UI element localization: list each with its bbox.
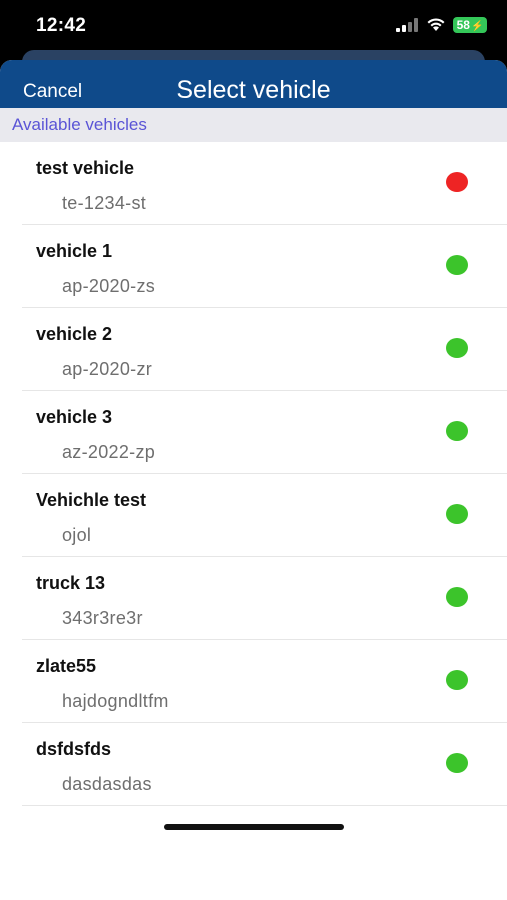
vehicle-list-item[interactable]: test vehicle te-1234-st [22, 142, 507, 225]
vehicle-plate: ap-2020-zs [62, 276, 156, 296]
home-indicator[interactable] [164, 824, 344, 830]
navigation-bar: Cancel Select vehicle [0, 60, 507, 108]
status-time: 12:42 [36, 15, 87, 36]
vehicle-plate: hajdogndltfm [62, 691, 169, 711]
vehicle-list-item[interactable]: Vehichle test ojol [22, 474, 507, 557]
vehicle-status-dot-icon [446, 670, 468, 690]
vehicle-status-dot-icon [446, 255, 468, 275]
vehicle-name: truck 13 [36, 573, 106, 593]
vehicle-list: test vehicle te-1234-st vehicle 1 ap-2020-z… [0, 142, 507, 806]
vehicle-name: test vehicle [36, 158, 135, 178]
vehicle-plate: te-1234-st [62, 193, 147, 213]
vehicle-name: vehicle 3 [36, 407, 113, 427]
charging-bolt-icon: ⚡ [470, 21, 484, 32]
vehicle-list-item[interactable]: vehicle 1 ap-2020-zs [22, 225, 507, 308]
vehicle-status-dot-icon [446, 504, 468, 524]
vehicle-list-item[interactable]: truck 13 343r3re3r [22, 557, 507, 640]
vehicle-plate: dasdasdas [62, 774, 152, 794]
vehicle-name: zlate55 [36, 656, 97, 676]
vehicle-status-dot-icon [446, 421, 468, 441]
vehicle-selection-sheet: Cancel Select vehicle Available vehicles… [0, 60, 507, 900]
battery-icon: 58⚡ [453, 17, 487, 33]
vehicle-status-dot-icon [446, 172, 468, 192]
vehicle-list-item[interactable]: zlate55 hajdogndltfm [22, 640, 507, 723]
section-header: Available vehicles [0, 108, 507, 142]
battery-level: 58 [456, 18, 470, 32]
vehicle-status-dot-icon [446, 753, 468, 773]
vehicle-list-item[interactable]: dsfdsfds dasdasdas [22, 723, 507, 806]
cellular-signal-icon [396, 18, 418, 32]
status-bar: 12:42 58⚡ [0, 0, 507, 52]
vehicle-list-item[interactable]: vehicle 2 ap-2020-zr [22, 308, 507, 391]
vehicle-name: dsfdsfds [36, 739, 112, 759]
vehicle-status-dot-icon [446, 587, 468, 607]
page-title: Select vehicle [176, 76, 331, 104]
vehicle-plate: ap-2020-zr [62, 359, 153, 379]
vehicle-name: Vehichle test [36, 490, 147, 510]
screen: 12:42 58⚡ Cancel Select vehicle Availabl… [0, 0, 507, 900]
vehicle-plate: ojol [62, 525, 92, 545]
vehicle-plate: az-2022-zp [62, 442, 156, 462]
vehicle-name: vehicle 1 [36, 241, 113, 261]
vehicle-list-item[interactable]: vehicle 3 az-2022-zp [22, 391, 507, 474]
vehicle-plate: 343r3re3r [62, 608, 143, 628]
vehicle-name: vehicle 2 [36, 324, 113, 344]
vehicle-status-dot-icon [446, 338, 468, 358]
wifi-icon [427, 18, 445, 31]
